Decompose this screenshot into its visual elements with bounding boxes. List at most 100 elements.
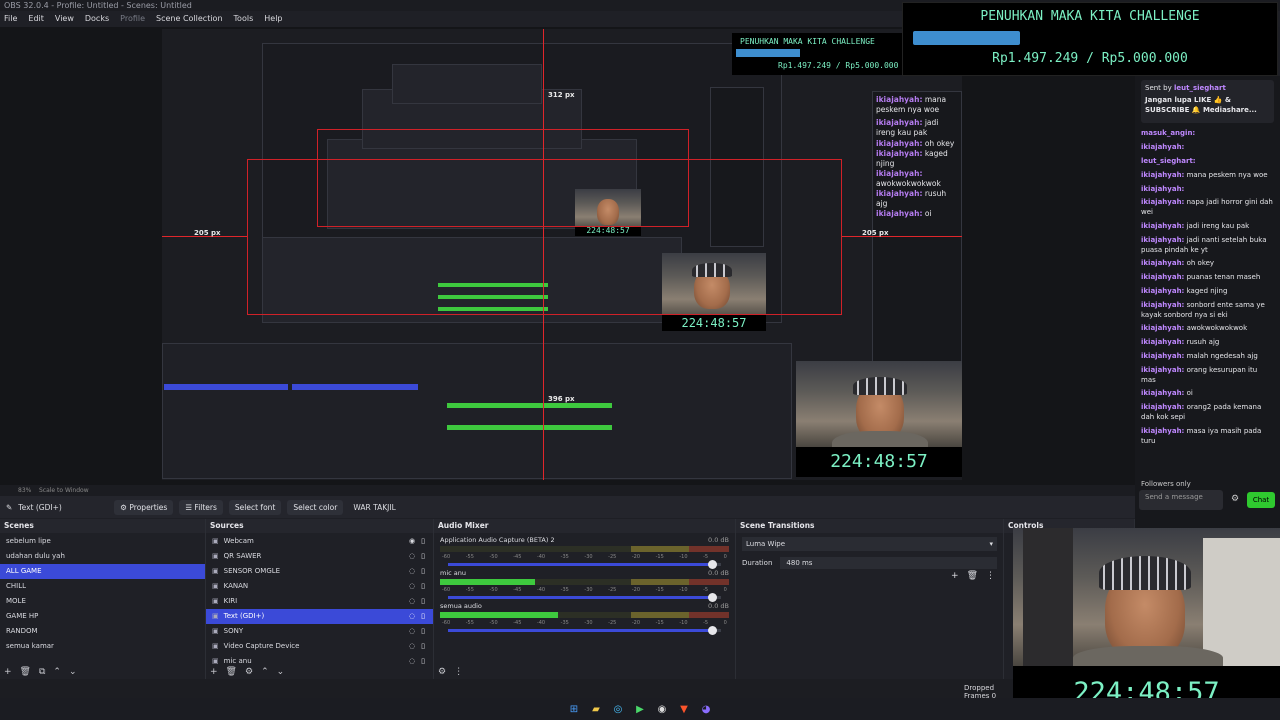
visibility-icon[interactable]: ◌ (409, 549, 415, 564)
filters-button[interactable]: ☰ Filters (179, 499, 223, 515)
discord-icon[interactable]: ◕ (700, 703, 713, 716)
chat-username[interactable]: ikiajahyah: (1141, 273, 1184, 281)
lock-icon[interactable]: ▯ (421, 549, 425, 564)
volume-slider[interactable] (448, 560, 721, 569)
menu-tools[interactable]: Tools (234, 11, 254, 27)
lock-icon[interactable]: ▯ (421, 534, 425, 549)
properties-button[interactable]: ⚙ Properties (114, 499, 174, 515)
source-item[interactable]: ▣ KIRI ◌ ▯ (206, 594, 433, 609)
play-icon[interactable]: ▶ (634, 703, 647, 716)
visibility-icon[interactable]: ◌ (409, 609, 415, 624)
windows-start-icon[interactable]: ⊞ (568, 703, 581, 716)
source-item[interactable]: ▣ Webcam ◉ ▯ (206, 534, 433, 549)
delete-icon[interactable]: 🗑 (20, 667, 31, 677)
source-item[interactable]: ▣ KANAN ◌ ▯ (206, 579, 433, 594)
chat-send-input[interactable]: Send a message (1139, 490, 1223, 510)
chat-username[interactable]: ikiajahyah: (1141, 143, 1184, 151)
pinned-message[interactable]: Sent by leut_sieghart Jangan lupa LIKE 👍… (1141, 80, 1274, 124)
source-item[interactable]: ▣ SONY ◌ ▯ (206, 624, 433, 639)
visibility-icon[interactable]: ◌ (409, 639, 415, 654)
chat-username[interactable]: ikiajahyah: (1141, 403, 1184, 411)
lock-icon[interactable]: ▯ (421, 654, 425, 669)
chat-username[interactable]: ikiajahyah: (1141, 259, 1184, 267)
more-icon[interactable]: ⋮ (454, 667, 463, 677)
scene-item[interactable]: semua kamar (0, 639, 205, 654)
chat-username[interactable]: ikiajahyah: (1141, 366, 1184, 374)
preview-canvas[interactable]: ikiajahyah: mana peskem nya woe ikiajahy… (162, 29, 962, 480)
delete-icon[interactable]: 🗑 (967, 571, 978, 581)
source-item[interactable]: ▣ QR SAWER ◌ ▯ (206, 549, 433, 564)
source-item[interactable]: ▣ SENSOR OMGLE ◌ ▯ (206, 564, 433, 579)
menu-edit[interactable]: Edit (28, 11, 44, 27)
chat-button[interactable]: Chat (1247, 492, 1275, 508)
preview-area[interactable]: ikiajahyah: mana peskem nya woe ikiajahy… (0, 27, 1135, 485)
settings-icon[interactable]: ⚙ (1231, 494, 1239, 504)
scene-item[interactable]: RANDOM (0, 624, 205, 639)
scene-item[interactable]: GAME HP (0, 609, 205, 624)
chat-username[interactable]: ikiajahyah: (1141, 287, 1184, 295)
visibility-icon[interactable]: ◌ (409, 564, 415, 579)
menu-profile[interactable]: Profile (120, 11, 145, 27)
select-font-button[interactable]: Select font (228, 499, 282, 515)
chat-username[interactable]: ikiajahyah: (1141, 185, 1184, 193)
add-icon[interactable]: + (4, 667, 12, 677)
filter-icon[interactable]: ⧉ (39, 667, 45, 677)
chat-username[interactable]: masuk_angin: (1141, 129, 1195, 137)
visibility-icon[interactable]: ◌ (409, 594, 415, 609)
duration-field[interactable]: 480 ms (780, 557, 997, 569)
scene-item[interactable]: udahan dulu yah (0, 549, 205, 564)
scene-item[interactable]: CHILL (0, 579, 205, 594)
chat-username[interactable]: ikiajahyah: (1141, 171, 1184, 179)
visibility-icon[interactable]: ◌ (409, 654, 415, 669)
gear-icon[interactable]: ⚙ (438, 667, 446, 677)
more-icon[interactable]: ⋮ (986, 571, 995, 581)
obs-icon[interactable]: ◉ (656, 703, 669, 716)
lock-icon[interactable]: ▯ (421, 579, 425, 594)
lock-icon[interactable]: ▯ (421, 564, 425, 579)
chat-username[interactable]: ikiajahyah: (1141, 352, 1184, 360)
chat-username[interactable]: ikiajahyah: (1141, 324, 1184, 332)
brave-icon[interactable]: ▼ (678, 703, 691, 716)
lock-icon[interactable]: ▯ (421, 639, 425, 654)
visibility-icon[interactable]: ◌ (409, 624, 415, 639)
source-item[interactable]: ▣ Video Capture Device ◌ ▯ (206, 639, 433, 654)
chat-username[interactable]: leut_sieghart: (1141, 157, 1196, 165)
menu-view[interactable]: View (55, 11, 74, 27)
lock-icon[interactable]: ▯ (421, 594, 425, 609)
chat-username[interactable]: ikiajahyah: (1141, 301, 1184, 309)
lock-icon[interactable]: ▯ (421, 624, 425, 639)
delete-icon[interactable]: 🗑 (226, 667, 237, 677)
scene-item[interactable]: sebelum lipe (0, 534, 205, 549)
lock-icon[interactable]: ▯ (421, 609, 425, 624)
menu-scene-collection[interactable]: Scene Collection (156, 11, 223, 27)
chat-username[interactable]: ikiajahyah: (1141, 338, 1184, 346)
visibility-icon[interactable]: ◌ (409, 579, 415, 594)
volume-slider[interactable] (448, 626, 721, 635)
down-icon[interactable]: ⌄ (69, 667, 77, 677)
up-icon[interactable]: ⌃ (53, 667, 61, 677)
scale-mode[interactable]: Scale to Window (39, 487, 89, 494)
menu-docks[interactable]: Docks (85, 11, 109, 27)
add-icon[interactable]: + (951, 571, 959, 581)
edge-icon[interactable]: ◎ (612, 703, 625, 716)
chat-username[interactable]: ikiajahyah: (1141, 389, 1184, 397)
down-icon[interactable]: ⌄ (277, 667, 285, 677)
scene-item[interactable]: ALL GAME (0, 564, 205, 579)
transition-select[interactable]: Luma Wipe ▾ (742, 537, 997, 551)
select-color-button[interactable]: Select color (287, 499, 344, 515)
scene-item[interactable]: MOLE (0, 594, 205, 609)
up-icon[interactable]: ⌃ (261, 667, 269, 677)
chat-username[interactable]: ikiajahyah: (1141, 222, 1184, 230)
menu-file[interactable]: File (4, 11, 17, 27)
visibility-icon[interactable]: ◉ (409, 534, 415, 549)
file-explorer-icon[interactable]: ▰ (590, 703, 603, 716)
volume-slider[interactable] (448, 593, 721, 602)
gear-icon[interactable]: ⚙ (245, 667, 253, 677)
source-item[interactable]: ▣ Text (GDI+) ◌ ▯ (206, 609, 433, 624)
add-icon[interactable]: + (210, 667, 218, 677)
menu-help[interactable]: Help (264, 11, 282, 27)
chat-username[interactable]: ikiajahyah: (1141, 427, 1184, 435)
chat-username[interactable]: ikiajahyah: (1141, 236, 1184, 244)
chat-username[interactable]: ikiajahyah: (1141, 198, 1184, 206)
zoom-level[interactable]: 83% (18, 487, 31, 494)
